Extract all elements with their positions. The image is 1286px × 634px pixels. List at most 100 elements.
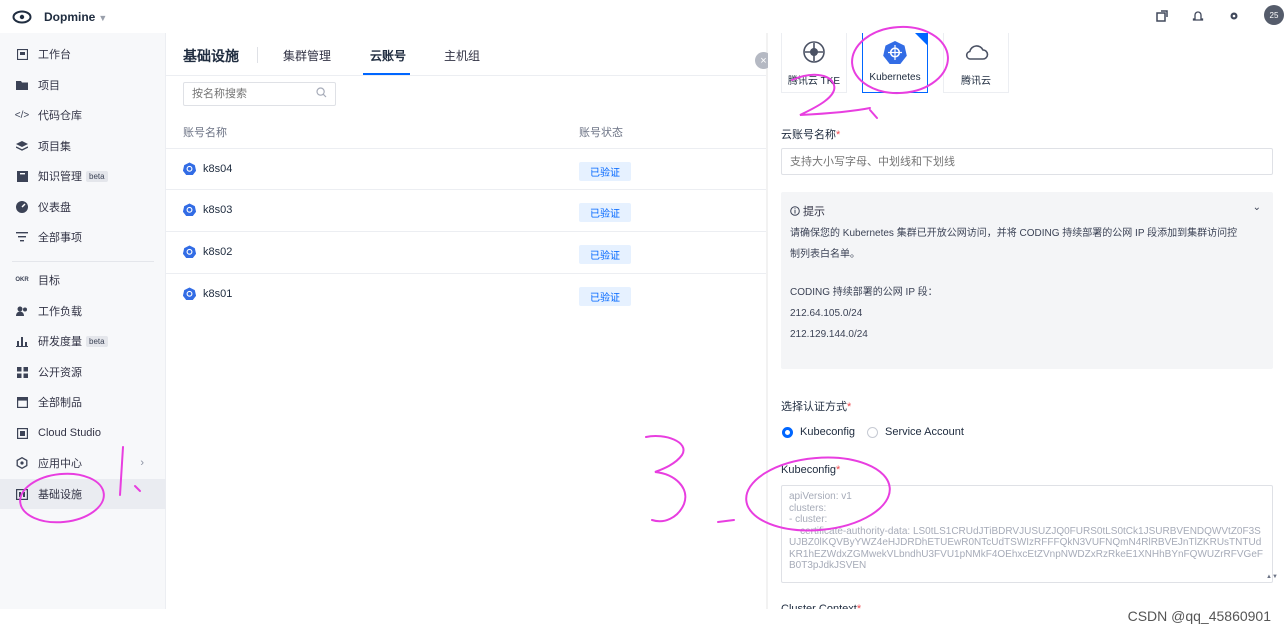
status-badge: 已验证: [579, 203, 631, 222]
table-row[interactable]: k8s03 已验证: [166, 190, 766, 232]
okr-icon: OKR: [15, 277, 29, 283]
footer-band: [0, 609, 1286, 634]
beta-badge: beta: [86, 170, 108, 182]
provider-label: 腾讯云: [961, 76, 991, 87]
notification-bell-icon[interactable]: [1190, 8, 1206, 24]
sidebar-item-workload[interactable]: 工作负载: [0, 296, 166, 326]
box-icon: [16, 396, 28, 408]
selected-corner-mark: [915, 33, 927, 45]
sidebar-item-artifacts[interactable]: 全部制品: [0, 387, 166, 417]
table-row[interactable]: k8s01 已验证: [166, 274, 766, 316]
sidebar-item-all-issues[interactable]: 全部事项: [0, 222, 166, 252]
sidebar-item-projects[interactable]: 项目: [0, 70, 166, 100]
tip-title[interactable]: 提示: [790, 203, 825, 219]
sidebar-item-app-center[interactable]: 应用中心 ›: [0, 448, 166, 478]
tab-cluster-management[interactable]: 集群管理: [283, 47, 331, 64]
required-mark: *: [836, 464, 841, 476]
tip-title-text: 提示: [803, 206, 825, 218]
radio-unchecked: [867, 426, 878, 438]
tab-host-group[interactable]: 主机组: [444, 47, 480, 64]
team-switcher[interactable]: Dopmine ▼: [44, 10, 107, 24]
kubeconfig-label: Kubeconfig*: [781, 464, 840, 476]
studio-icon: [16, 427, 28, 439]
coding-logo-icon[interactable]: [12, 10, 32, 24]
sidebar-item-workbench[interactable]: 工作台: [0, 39, 166, 69]
auth-method-label-text: 选择认证方式: [781, 401, 847, 413]
status-badge: 已验证: [579, 287, 631, 306]
sidebar-item-infrastructure[interactable]: 基础设施: [0, 479, 166, 509]
sidebar-item-code-repo[interactable]: </> 代码仓库: [0, 100, 166, 130]
code-icon: </>: [14, 109, 30, 121]
sidebar-divider: [12, 261, 154, 262]
sidebar-item-dashboard[interactable]: 仪表盘: [0, 192, 166, 222]
sidebar-item-label: 工作台: [38, 49, 71, 61]
users-icon: [16, 305, 28, 317]
chevron-right-icon: ›: [140, 457, 144, 469]
required-mark: *: [836, 129, 841, 141]
tip-text: 请确保您的 Kubernetes 集群已开放公网访问，并将 CODING 持续部…: [790, 228, 1238, 239]
provider-tencent-cloud[interactable]: 腾讯云: [943, 33, 1009, 93]
sidebar-item-public-resources[interactable]: 公开资源: [0, 357, 166, 387]
list-icon: [16, 231, 28, 243]
account-name-label: 云账号名称*: [781, 126, 840, 142]
top-bar: Dopmine ▼ 25: [0, 0, 1286, 33]
hexagon-icon: [16, 457, 28, 469]
sidebar-item-label: Cloud Studio: [38, 427, 101, 439]
tab-separator: [257, 47, 258, 63]
account-name-input[interactable]: [781, 148, 1273, 175]
provider-kubernetes[interactable]: Kubernetes: [862, 33, 928, 93]
layers-icon: [16, 140, 28, 152]
info-icon: [790, 206, 800, 216]
cloud-icon: [963, 39, 989, 65]
active-tab-indicator: [363, 73, 410, 75]
tab-bar: 基础设施 集群管理 云账号 主机组: [166, 33, 766, 76]
resize-handle-icon[interactable]: ▲▼: [1266, 574, 1278, 580]
sidebar-item-label: 项目: [38, 80, 60, 92]
ip-range: 212.64.105.0/24: [790, 308, 863, 319]
monitor-icon: [16, 48, 28, 60]
table-row[interactable]: k8s04 已验证: [166, 148, 766, 190]
sidebar-item-label: 知识管理: [38, 171, 82, 183]
tke-icon: [801, 39, 827, 65]
chevron-down-icon[interactable]: ⌄: [1253, 202, 1261, 213]
kubernetes-icon: [182, 245, 197, 259]
search-input[interactable]: [183, 82, 336, 106]
sidebar-item-knowledge[interactable]: 知识管理 beta: [0, 161, 166, 191]
sidebar-item-program[interactable]: 项目集: [0, 131, 166, 161]
tab-cloud-account[interactable]: 云账号: [370, 47, 406, 64]
kubernetes-icon: [882, 39, 908, 65]
settings-gear-icon[interactable]: [1226, 8, 1242, 24]
sidebar-item-okr[interactable]: OKR 目标: [0, 265, 166, 295]
radio-checked: [782, 426, 793, 438]
sidebar-item-label: 研发度量: [38, 336, 82, 348]
auth-radio-service-account[interactable]: Service Account: [867, 426, 964, 438]
top-actions: [1154, 8, 1242, 24]
user-avatar[interactable]: 25: [1264, 5, 1284, 25]
column-header-name: 账号名称: [183, 127, 227, 139]
search-icon[interactable]: [316, 87, 328, 99]
radio-label: Service Account: [885, 426, 964, 438]
sidebar-item-metrics[interactable]: 研发度量 beta: [0, 326, 166, 356]
sidebar-item-label: 工作负载: [38, 306, 82, 318]
grid-icon: [16, 366, 28, 378]
kubernetes-icon: [182, 162, 197, 176]
account-name-label-text: 云账号名称: [781, 129, 836, 141]
provider-tencent-tke[interactable]: 腾讯云 TKE: [781, 33, 847, 93]
table-row[interactable]: k8s02 已验证: [166, 232, 766, 274]
kubeconfig-textarea[interactable]: apiVersion: v1 clusters: - cluster: cert…: [781, 485, 1273, 583]
folder-icon: [16, 79, 28, 91]
account-name: k8s02: [203, 245, 233, 258]
page-title: 基础设施: [183, 48, 239, 64]
sidebar-item-label: 全部事项: [38, 232, 82, 244]
sidebar-item-label: 项目集: [38, 141, 71, 153]
kubernetes-icon: [182, 287, 197, 301]
close-icon: ×: [760, 54, 767, 67]
sidebar-item-cloud-studio[interactable]: Cloud Studio: [0, 418, 166, 448]
infrastructure-icon: [16, 488, 28, 500]
auth-radio-kubeconfig[interactable]: Kubeconfig: [782, 426, 855, 438]
team-name: Dopmine: [44, 9, 96, 24]
ip-range: 212.129.144.0/24: [790, 329, 868, 340]
required-mark: *: [847, 401, 852, 413]
open-window-icon[interactable]: [1154, 8, 1170, 24]
tip-text: 制列表白名单。: [790, 249, 860, 260]
